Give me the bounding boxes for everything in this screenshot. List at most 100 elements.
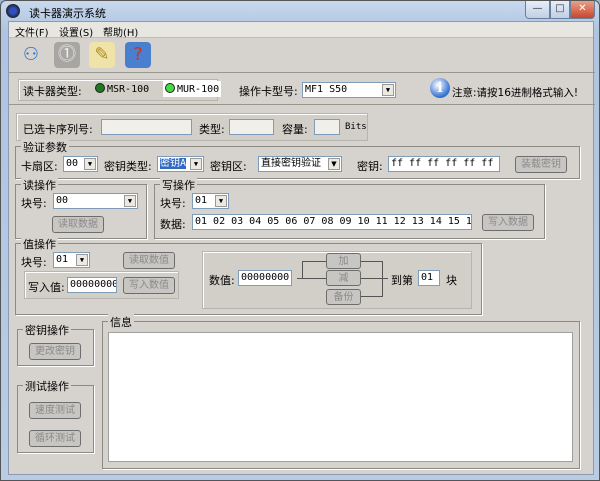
write-value-panel: 写入值: 00000000 写入数值: [24, 271, 179, 299]
chevron-down-icon: ▼: [190, 158, 202, 170]
to-block-field[interactable]: 01: [418, 270, 440, 286]
close-button[interactable]: ✕: [570, 1, 595, 19]
sector-label: 卡扇区:: [21, 160, 58, 173]
stop-icon[interactable]: ⓵: [54, 42, 80, 68]
unit-label: Bits: [345, 122, 367, 132]
write-legend: 写操作: [160, 177, 197, 193]
type-field[interactable]: [229, 119, 274, 135]
to-label: 到第: [391, 274, 413, 287]
window-title: 读卡器演示系统: [29, 7, 106, 20]
select-value: 00: [56, 195, 69, 206]
notepad-icon[interactable]: ✎: [89, 42, 115, 68]
reader-type-label: 读卡器类型:: [23, 85, 82, 98]
connect-icon[interactable]: ⚇: [18, 42, 44, 68]
app-icon: [6, 4, 20, 18]
notice-text: 注意:请按16进制格式输入!: [452, 87, 579, 99]
reader-type-panel: 读卡器类型: MSR-100 MUR-100: [18, 79, 222, 101]
test-ops-legend: 测试操作: [23, 378, 71, 394]
key-area-select[interactable]: 直接密钥验证 ▼: [258, 156, 342, 172]
minimize-button[interactable]: —: [525, 1, 550, 19]
key-type-select[interactable]: 密钥A ▼: [157, 156, 204, 172]
chevron-down-icon: ▼: [124, 195, 136, 207]
menu-settings[interactable]: 设置(S): [59, 24, 93, 39]
menu-help[interactable]: 帮助(H): [103, 24, 138, 39]
read-block-select[interactable]: 00 ▼: [53, 193, 138, 209]
add-button[interactable]: 加: [326, 253, 361, 269]
data-label: 数据:: [160, 218, 186, 231]
block-label: 块号:: [160, 197, 186, 210]
write-block-select[interactable]: 01 ▼: [192, 193, 229, 209]
menu-bar: 文件(F) 设置(S) 帮助(H): [9, 22, 593, 39]
serial-field[interactable]: [101, 119, 192, 135]
info-textarea[interactable]: [108, 332, 573, 462]
capacity-field[interactable]: [314, 119, 340, 135]
info-icon: i: [430, 78, 450, 98]
read-group: 读操作 块号: 00 ▼ 读取数据: [15, 177, 147, 239]
read-legend: 读操作: [21, 177, 58, 193]
key-field[interactable]: ff ff ff ff ff ff: [388, 156, 500, 172]
write-value-button[interactable]: 写入数值: [123, 277, 175, 294]
speed-test-button[interactable]: 速度测试: [29, 402, 81, 419]
menu-file[interactable]: 文件(F): [15, 24, 49, 39]
write-data-button[interactable]: 写入数据: [482, 214, 534, 231]
card-type-select[interactable]: MF1 S50 ▼: [302, 82, 396, 98]
chevron-down-icon: ▼: [382, 84, 394, 96]
value-block-select[interactable]: 01 ▼: [53, 252, 90, 268]
select-value: 00: [66, 158, 79, 169]
value-ops-panel: 数值: 00000000 加 减 备份 到第 01 块: [202, 251, 472, 309]
key-ops-legend: 密钥操作: [23, 322, 71, 338]
info-legend: 信息: [108, 314, 134, 330]
write-group: 写操作 块号: 01 ▼ 数据: 01 02 03 04 05 06 07 08 …: [154, 177, 545, 239]
sector-select[interactable]: 00 ▼: [63, 156, 98, 172]
type-label: 类型:: [199, 123, 225, 136]
client-area: 文件(F) 设置(S) 帮助(H) ⚇ ⓵ ✎ ? 读卡器类型: MSR-100…: [8, 21, 595, 475]
led-on-icon: [165, 83, 175, 93]
backup-button[interactable]: 备份: [326, 289, 361, 305]
test-ops-group: 测试操作 速度测试 循环测试: [17, 378, 94, 453]
value-legend: 值操作: [21, 236, 58, 252]
key-area-label: 密钥区:: [210, 160, 247, 173]
chevron-down-icon: ▼: [76, 254, 88, 266]
select-value: 密钥A: [160, 158, 187, 169]
change-key-button[interactable]: 更改密钥: [29, 343, 81, 360]
loop-test-button[interactable]: 循环测试: [29, 430, 81, 447]
key-label: 密钥:: [357, 160, 383, 173]
divider: [9, 104, 595, 105]
num-label: 数值:: [209, 274, 235, 287]
serial-label: 已选卡序列号:: [23, 123, 93, 136]
write-data-field[interactable]: 01 02 03 04 05 06 07 08 09 10 11 12 13 1…: [192, 214, 472, 230]
radio-label: MUR-100: [177, 84, 220, 95]
radio-mur100[interactable]: MUR-100: [163, 81, 222, 97]
chevron-down-icon: ▼: [84, 158, 96, 170]
card-info-panel: 已选卡序列号: 类型: 容量: Bits: [16, 113, 368, 141]
num-field[interactable]: 00000000: [238, 270, 292, 286]
capacity-label: 容量:: [282, 123, 308, 136]
auth-group: 验证参数 卡扇区: 00 ▼ 密钥类型: 密钥A ▼ 密钥区: 直接密钥验证 ▼ 密钥…: [15, 139, 580, 179]
radio-label: MSR-100: [107, 84, 150, 95]
load-key-button[interactable]: 装载密钥: [515, 156, 567, 173]
subtract-button[interactable]: 减: [326, 270, 361, 286]
read-value-button[interactable]: 读取数值: [123, 252, 175, 269]
select-value: 01: [195, 195, 208, 206]
maximize-button[interactable]: □: [550, 1, 570, 19]
select-value: MF1 S50: [305, 84, 348, 95]
app-window: 读卡器演示系统 — □ ✕ 文件(F) 设置(S) 帮助(H) ⚇ ⓵ ✎ ? …: [0, 0, 600, 481]
select-value: 01: [56, 254, 69, 265]
key-type-label: 密钥类型:: [104, 160, 152, 173]
block-label: 块号:: [21, 197, 47, 210]
divider: [9, 72, 595, 73]
key-ops-group: 密钥操作 更改密钥: [17, 322, 94, 366]
help-book-icon[interactable]: ?: [125, 42, 151, 68]
block-label: 块号:: [21, 256, 47, 269]
led-off-icon: [95, 83, 105, 93]
auth-legend: 验证参数: [21, 139, 69, 155]
info-group: 信息: [102, 314, 580, 469]
card-type-label: 操作卡型号:: [239, 85, 298, 98]
write-value-label: 写入值:: [28, 281, 65, 294]
write-value-field[interactable]: 00000000: [67, 277, 117, 293]
select-value: 直接密钥验证: [261, 158, 321, 169]
value-group: 值操作 块号: 01 ▼ 读取数值 写入值: 00000000 写入数值 数值: …: [15, 236, 482, 315]
read-data-button[interactable]: 读取数据: [52, 216, 104, 233]
radio-msr100[interactable]: MSR-100: [95, 83, 149, 95]
block-suffix: 块: [446, 274, 457, 287]
